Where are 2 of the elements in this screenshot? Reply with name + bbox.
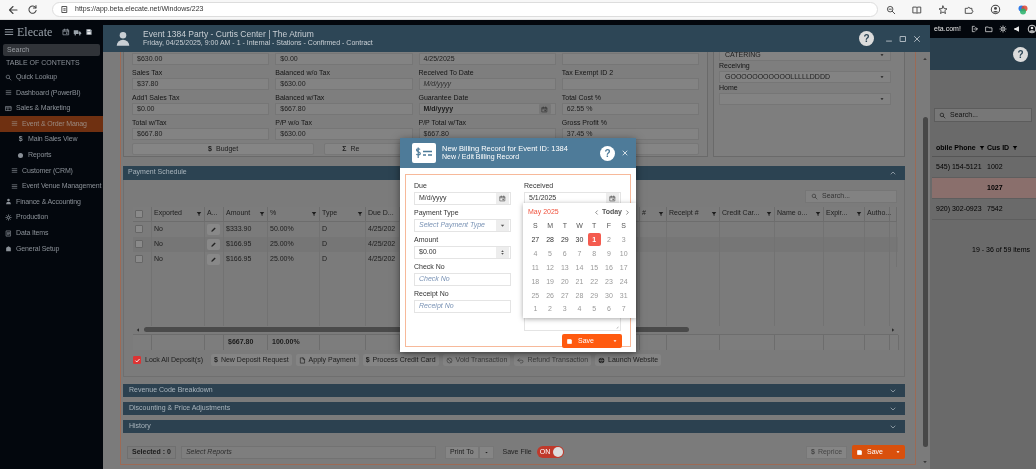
window-title: Event 1384 Party - Curtis Center | The Atrium — [143, 29, 315, 40]
app-logo: Elecate — [17, 24, 53, 40]
